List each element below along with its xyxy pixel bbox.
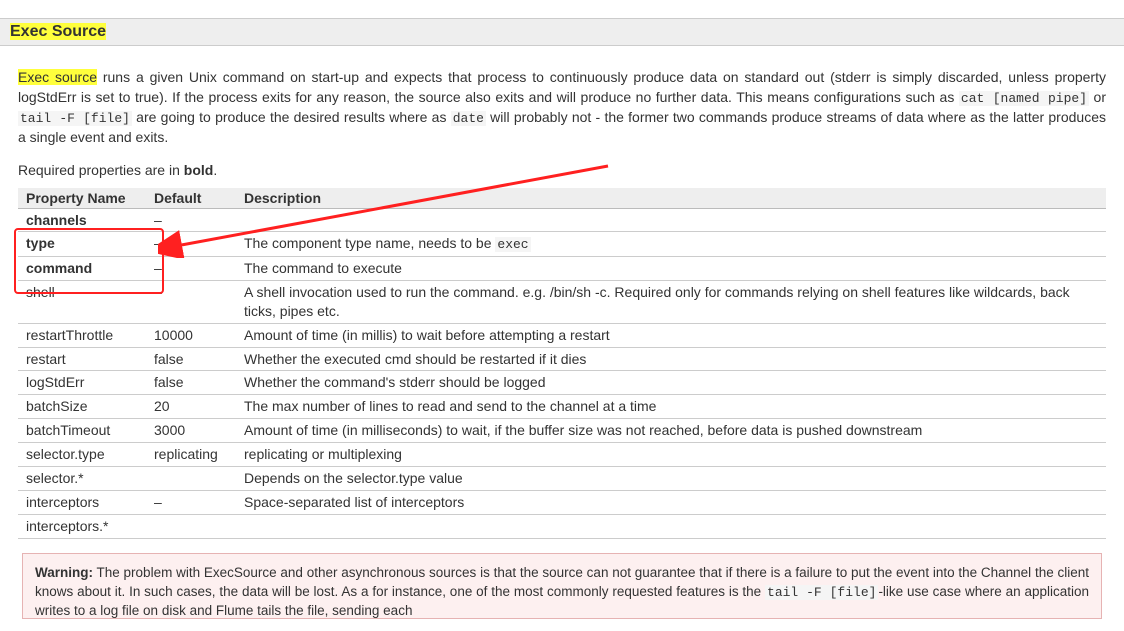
warning-box: Warning: The problem with ExecSource and… bbox=[22, 553, 1102, 619]
table-row: batchTimeout3000Amount of time (in milli… bbox=[18, 419, 1106, 443]
cell-default bbox=[146, 514, 236, 538]
cell-property-name: selector.* bbox=[18, 467, 146, 491]
col-default: Default bbox=[146, 188, 236, 209]
cell-property-name: channels bbox=[18, 208, 146, 232]
table-row: type–The component type name, needs to b… bbox=[18, 232, 1106, 257]
code-cat: cat [named pipe] bbox=[959, 91, 1089, 106]
table-row: interceptors.* bbox=[18, 514, 1106, 538]
cell-description: A shell invocation used to run the comma… bbox=[236, 280, 1106, 323]
cell-description: Amount of time (in millis) to wait befor… bbox=[236, 323, 1106, 347]
table-row: selector.typereplicatingreplicating or m… bbox=[18, 443, 1106, 467]
cell-description: Whether the executed cmd should be resta… bbox=[236, 347, 1106, 371]
cell-default bbox=[146, 467, 236, 491]
table-row: command–The command to execute bbox=[18, 257, 1106, 281]
cell-description bbox=[236, 514, 1106, 538]
table-row: restartThrottle10000Amount of time (in m… bbox=[18, 323, 1106, 347]
cell-default: false bbox=[146, 347, 236, 371]
properties-table: Property Name Default Description channe… bbox=[18, 188, 1106, 539]
cell-default: false bbox=[146, 371, 236, 395]
code-date: date bbox=[451, 111, 486, 126]
cell-property-name: batchSize bbox=[18, 395, 146, 419]
intro-paragraph: Exec source runs a given Unix command on… bbox=[18, 68, 1106, 148]
table-row: batchSize20The max number of lines to re… bbox=[18, 395, 1106, 419]
col-property-name: Property Name bbox=[18, 188, 146, 209]
content-area: Exec source runs a given Unix command on… bbox=[0, 46, 1124, 631]
warning-code: tail -F [file] bbox=[765, 585, 878, 600]
cell-property-name: restartThrottle bbox=[18, 323, 146, 347]
cell-default: – bbox=[146, 257, 236, 281]
code-tail: tail -F [file] bbox=[18, 111, 132, 126]
table-row: restartfalseWhether the executed cmd sho… bbox=[18, 347, 1106, 371]
cell-default: – bbox=[146, 490, 236, 514]
intro-highlight: Exec source bbox=[18, 69, 97, 85]
cell-description: The max number of lines to read and send… bbox=[236, 395, 1106, 419]
col-description: Description bbox=[236, 188, 1106, 209]
intro-text-c: are going to produce the desired results… bbox=[132, 109, 451, 125]
cell-property-name: restart bbox=[18, 347, 146, 371]
table-row: channels– bbox=[18, 208, 1106, 232]
cell-property-name: shell bbox=[18, 280, 146, 323]
required-note: Required properties are in bold. bbox=[18, 162, 1106, 178]
page-title: Exec Source bbox=[10, 23, 106, 40]
cell-default: 3000 bbox=[146, 419, 236, 443]
table-header-row: Property Name Default Description bbox=[18, 188, 1106, 209]
section-header: Exec Source bbox=[0, 18, 1124, 46]
cell-description bbox=[236, 208, 1106, 232]
cell-property-name: interceptors bbox=[18, 490, 146, 514]
table-row: selector.* Depends on the selector.type v… bbox=[18, 467, 1106, 491]
cell-description: Depends on the selector.type value bbox=[236, 467, 1106, 491]
table-row: logStdErrfalseWhether the command's stde… bbox=[18, 371, 1106, 395]
cell-default: – bbox=[146, 280, 236, 323]
cell-default: – bbox=[146, 232, 236, 257]
cell-property-name: selector.type bbox=[18, 443, 146, 467]
cell-description: Space-separated list of interceptors bbox=[236, 490, 1106, 514]
cell-property-name: batchTimeout bbox=[18, 419, 146, 443]
cell-default: 10000 bbox=[146, 323, 236, 347]
cell-description: Whether the command's stderr should be l… bbox=[236, 371, 1106, 395]
intro-text-b: or bbox=[1089, 89, 1106, 105]
intro-text-a: runs a given Unix command on start-up an… bbox=[18, 69, 1106, 105]
cell-description: replicating or multiplexing bbox=[236, 443, 1106, 467]
cell-property-name: type bbox=[18, 232, 146, 257]
table-row: shell–A shell invocation used to run the… bbox=[18, 280, 1106, 323]
warning-label: Warning: bbox=[35, 565, 93, 580]
cell-default: replicating bbox=[146, 443, 236, 467]
cell-description: Amount of time (in milliseconds) to wait… bbox=[236, 419, 1106, 443]
cell-property-name: interceptors.* bbox=[18, 514, 146, 538]
cell-description: The component type name, needs to be exe… bbox=[236, 232, 1106, 257]
table-row: interceptors–Space-separated list of int… bbox=[18, 490, 1106, 514]
table-wrap: Property Name Default Description channe… bbox=[18, 188, 1106, 539]
cell-default: – bbox=[146, 208, 236, 232]
cell-description: The command to execute bbox=[236, 257, 1106, 281]
cell-default: 20 bbox=[146, 395, 236, 419]
cell-property-name: logStdErr bbox=[18, 371, 146, 395]
cell-property-name: command bbox=[18, 257, 146, 281]
